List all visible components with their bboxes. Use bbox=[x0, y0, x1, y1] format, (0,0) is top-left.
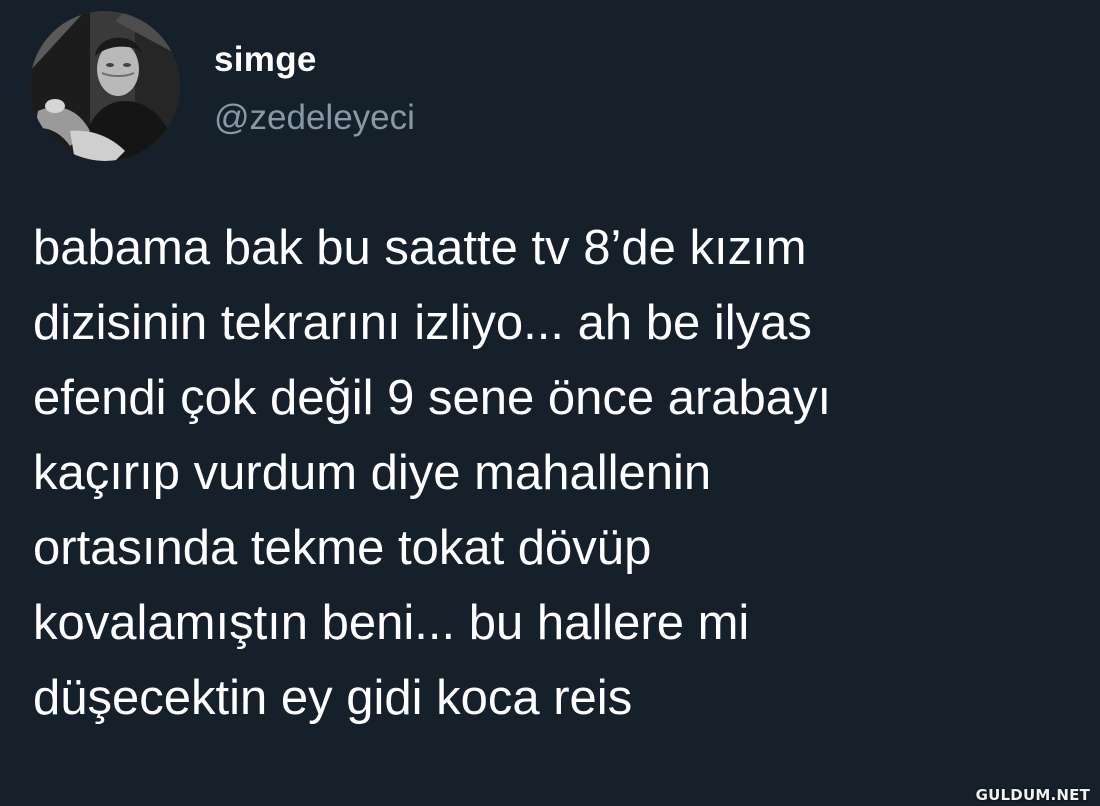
avatar-photo bbox=[30, 11, 180, 161]
tweet-card: simge @zedeleyeci babama bak bu saatte t… bbox=[0, 0, 1100, 806]
author-handle[interactable]: @zedeleyeci bbox=[214, 98, 415, 138]
author-display-name[interactable]: simge bbox=[214, 40, 317, 80]
tweet-text: babama bak bu saatte tv 8’de kızım dizis… bbox=[33, 221, 832, 725]
watermark: GULDUM.NET bbox=[975, 786, 1090, 804]
avatar[interactable] bbox=[30, 11, 180, 161]
